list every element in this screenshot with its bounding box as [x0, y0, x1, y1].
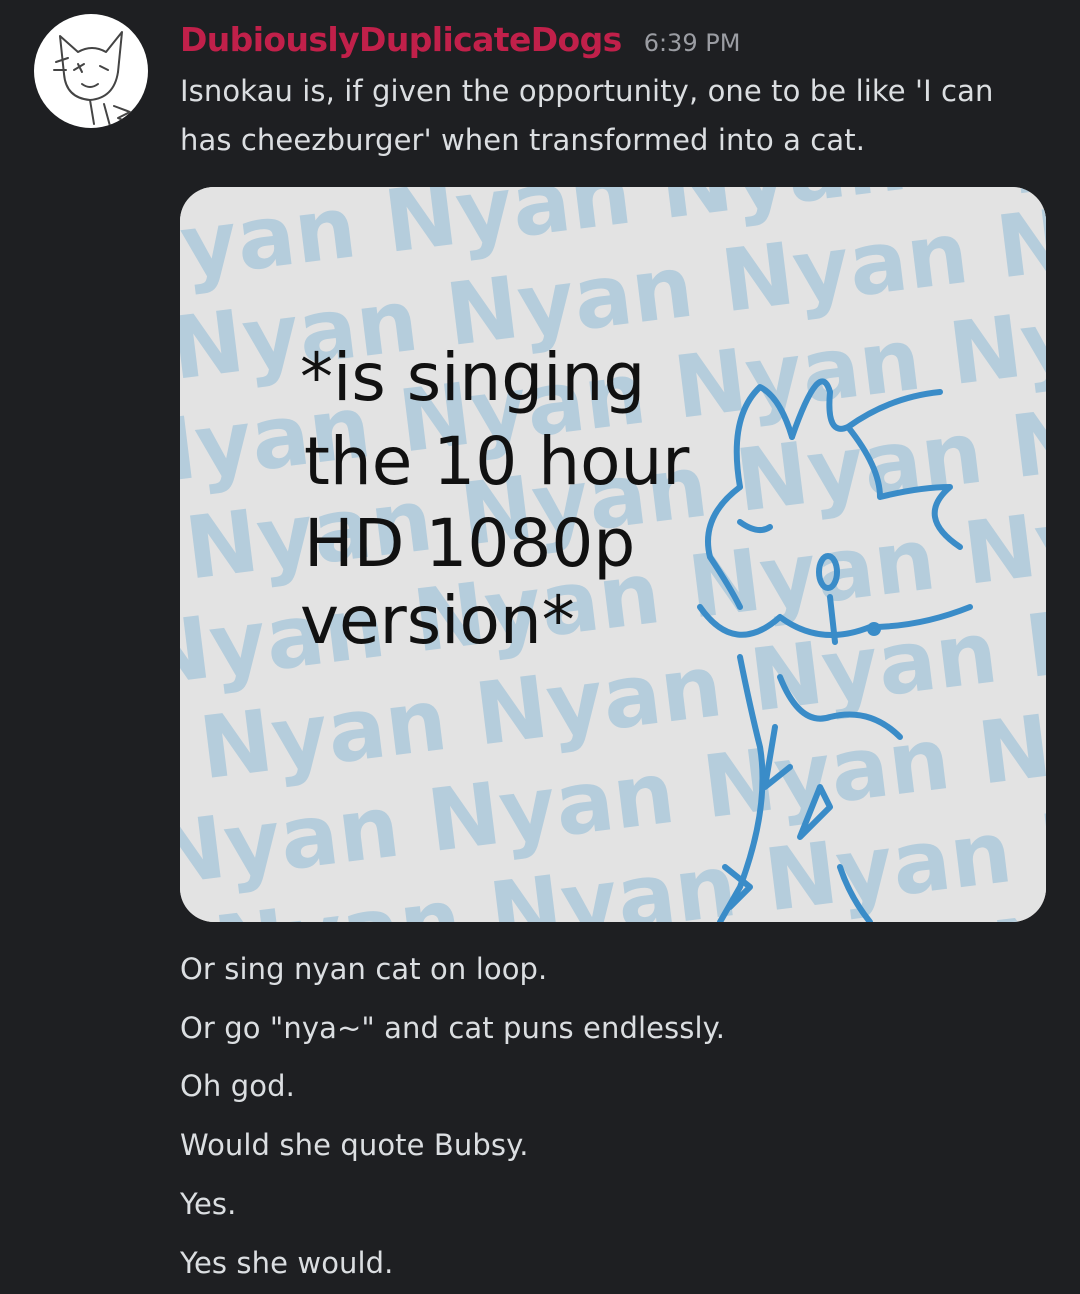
message-text-line: Isnokau is, if given the opportunity, on…	[180, 74, 994, 108]
message-text-line: Would she quote Bubsy.	[180, 1128, 529, 1162]
message-text-line: Or sing nyan cat on loop.	[180, 952, 548, 986]
sketch-cat-avatar-icon	[53, 31, 133, 127]
message-text-line: Yes.	[180, 1187, 237, 1221]
message-text-line: Yes she would.	[180, 1246, 394, 1280]
caption-line: version*	[300, 582, 575, 659]
caption-line: the 10 hour	[304, 423, 690, 500]
message-text-line: Oh god.	[180, 1069, 295, 1103]
image-attachment[interactable]: Nyan Nyan Nyan Nyan Nyan Nyan Nyan Nyan …	[180, 187, 1046, 922]
message-text-line: Or go "nya~" and cat puns endlessly.	[180, 1011, 726, 1045]
message-text-line: has cheezburger' when transformed into a…	[180, 123, 866, 157]
message-header: DubiouslyDuplicateDogs 6:39 PM	[180, 20, 740, 66]
caption-line: HD 1080p	[304, 505, 635, 582]
avatar[interactable]	[34, 14, 148, 128]
timestamp[interactable]: 6:39 PM	[644, 29, 741, 57]
username[interactable]: DubiouslyDuplicateDogs	[180, 20, 622, 59]
caption-line: *is singing	[300, 339, 645, 416]
